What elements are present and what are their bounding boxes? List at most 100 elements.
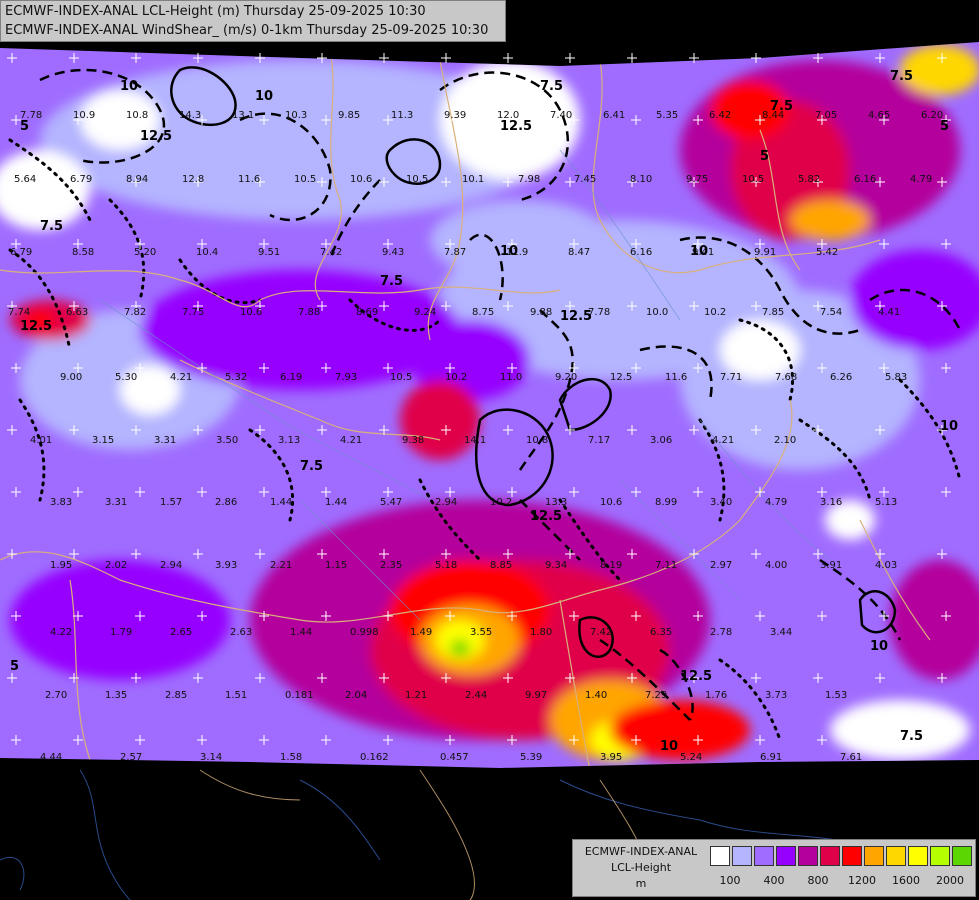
station-value: 2.04	[345, 690, 367, 701]
contour-label: 10	[940, 419, 958, 434]
station-value: 3.16	[820, 497, 842, 508]
station-value: 7.42	[590, 627, 612, 638]
station-value: 10.9	[73, 110, 95, 121]
station-value: 7.11	[655, 560, 677, 571]
contour-label: 7.5	[40, 219, 63, 234]
contour-label: 12.5	[20, 319, 52, 334]
station-value: 4.21	[170, 372, 192, 383]
legend-swatch	[776, 846, 796, 866]
station-value: 5.47	[380, 497, 402, 508]
legend-swatch	[820, 846, 840, 866]
legend-swatch	[732, 846, 752, 866]
station-value: 5.24	[680, 752, 702, 763]
station-value: 7.29	[645, 690, 667, 701]
station-value: 1.58	[280, 752, 302, 763]
contour-label: 5	[940, 119, 949, 134]
station-value: 6.63	[66, 307, 88, 318]
weather-map: 10 10 7.5 12.5 7.5 7.5 5 7.5 7.5 10 12.5 10 5 7.5 12.5…	[0, 0, 979, 900]
station-value: 9.43	[382, 247, 404, 258]
contour-label: 7.5	[300, 459, 323, 474]
station-value: 9.41	[692, 247, 714, 258]
station-value: 4.79	[765, 497, 787, 508]
station-value: 10.0	[646, 307, 668, 318]
station-value: 7.87	[444, 247, 466, 258]
title-wind-shear: ECMWF-INDEX-ANAL WindShear_ (m/s) 0-1km …	[5, 23, 489, 38]
contour-label: 10	[120, 79, 138, 94]
legend-tick-label: 2000	[936, 874, 964, 887]
station-value: 3.14	[200, 752, 222, 763]
station-value: 14.1	[464, 435, 486, 446]
station-value: 10.8	[126, 110, 148, 121]
station-value: 5.35	[656, 110, 678, 121]
station-value: 4.00	[765, 560, 787, 571]
legend-tick-labels: 100 400 800 1200 1600 2000	[710, 874, 974, 888]
contour-label: 10	[660, 739, 678, 754]
contour-label: 7.5	[380, 274, 403, 289]
station-value: 1.35	[105, 690, 127, 701]
station-value: 2.35	[380, 560, 402, 571]
station-value: 9.20	[555, 372, 577, 383]
station-value: 2.57	[120, 752, 142, 763]
contour-label: 10	[870, 639, 888, 654]
station-value: 7.75	[182, 307, 204, 318]
station-value: 6.42	[709, 110, 731, 121]
station-value: 9.85	[338, 110, 360, 121]
legend-title: ECMWF-INDEX-ANAL LCL-Height m	[577, 844, 705, 892]
contour-label: 7.5	[890, 69, 913, 84]
station-value: 7.78	[588, 307, 610, 318]
station-value: 12.0	[497, 110, 519, 121]
station-value: 8.19	[600, 560, 622, 571]
station-value: 9.75	[686, 174, 708, 185]
station-value: 1.15	[325, 560, 347, 571]
legend-swatch	[842, 846, 862, 866]
station-value: 7.82	[124, 307, 146, 318]
color-legend: ECMWF-INDEX-ANAL LCL-Height m 100 400 800 1…	[572, 839, 976, 897]
station-value: 0.457	[440, 752, 469, 763]
station-value: 4.03	[875, 560, 897, 571]
station-value: 7.42	[320, 247, 342, 258]
station-value: 5.13	[875, 497, 897, 508]
station-value: 9.97	[525, 690, 547, 701]
station-value: 1.49	[410, 627, 432, 638]
station-value: 10.5	[294, 174, 316, 185]
station-value: 14.3	[179, 110, 201, 121]
station-value: 8.44	[762, 110, 784, 121]
station-value: 1.95	[50, 560, 72, 571]
station-value: 5.83	[885, 372, 907, 383]
station-value: 4.65	[868, 110, 890, 121]
station-value: 5.82	[798, 174, 820, 185]
station-value: 7.17	[588, 435, 610, 446]
station-value: 11.6	[665, 372, 687, 383]
station-value: 4.21	[340, 435, 362, 446]
station-value: 0.162	[360, 752, 389, 763]
legend-title-line-2: LCL-Height	[610, 861, 672, 874]
station-value: 7.61	[840, 752, 862, 763]
station-value: 3.15	[92, 435, 114, 446]
station-value: 12.5	[610, 372, 632, 383]
station-value: 9.34	[545, 560, 567, 571]
station-value: 13.3	[545, 497, 567, 508]
legend-swatch	[886, 846, 906, 866]
station-value: 5.39	[520, 752, 542, 763]
contour-label: 12.5	[140, 129, 172, 144]
station-value: 6.41	[603, 110, 625, 121]
station-value: 4.21	[712, 435, 734, 446]
station-value: 3.13	[278, 435, 300, 446]
station-value: 7.05	[815, 110, 837, 121]
station-value: 10.2	[704, 307, 726, 318]
station-value: 5.32	[225, 372, 247, 383]
station-value: 11.0	[500, 372, 522, 383]
contour-label: 12.5	[680, 669, 712, 684]
station-value: 6.16	[630, 247, 652, 258]
title-lcl-height: ECMWF-INDEX-ANAL LCL-Height (m) Thursday…	[5, 4, 426, 19]
legend-tick-label: 800	[807, 874, 829, 887]
legend-swatch	[930, 846, 950, 866]
station-value: 1.40	[585, 690, 607, 701]
legend-tick-label: 1600	[892, 874, 920, 887]
station-value: 2.02	[105, 560, 127, 571]
station-value: 10.2	[445, 372, 467, 383]
station-value: 8.85	[490, 560, 512, 571]
station-value: 3.55	[470, 627, 492, 638]
station-value: 6.91	[760, 752, 782, 763]
station-value: 5.18	[435, 560, 457, 571]
